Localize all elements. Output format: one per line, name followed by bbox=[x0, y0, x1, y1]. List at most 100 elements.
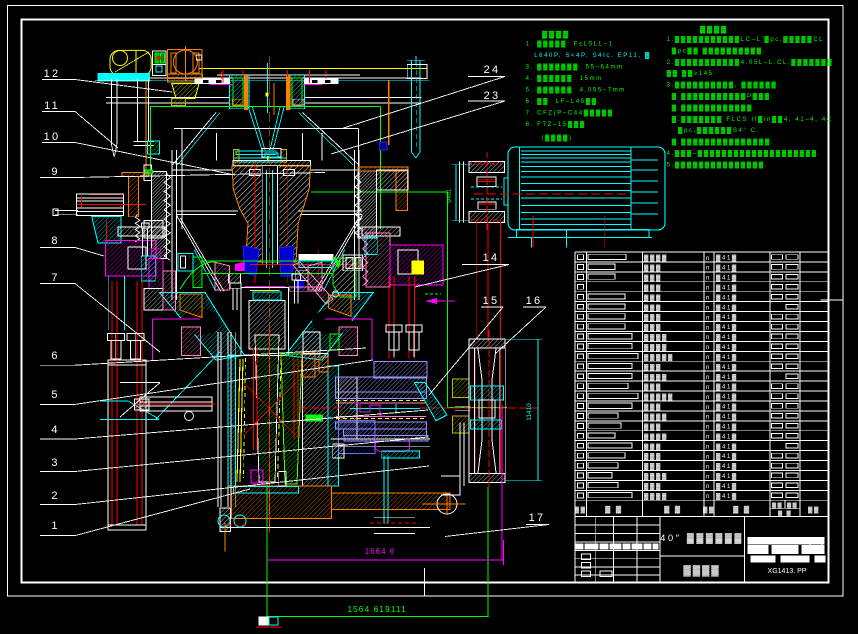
svg-text:▓.▓▓▓▓▓▓▓▓▓▓▓P▓▓▓.: ▓.▓▓▓▓▓▓▓▓▓▓▓P▓▓▓. bbox=[672, 93, 774, 100]
svg-text:▓▓▓: ▓▓▓ bbox=[644, 324, 662, 331]
svg-text:1664 6: 1664 6 bbox=[365, 547, 395, 556]
svg-text:11: 11 bbox=[44, 100, 60, 112]
svg-text:15: 15 bbox=[483, 295, 500, 307]
svg-text:▓▓▓: ▓▓▓ bbox=[644, 404, 662, 411]
svg-text:▓▓: ▓▓ bbox=[575, 506, 587, 513]
svg-text:5: 5 bbox=[51, 389, 59, 401]
svg-text:10: 10 bbox=[44, 131, 61, 143]
svg-text:▓41▓: ▓41▓ bbox=[716, 473, 738, 480]
svg-text:▓▓▓▓: ▓▓▓▓ bbox=[644, 493, 668, 500]
svg-text:5. ▓▓▓▓▓▓: 4.055–7mm: 5. ▓▓▓▓▓▓: 4.055–7mm bbox=[526, 87, 626, 94]
svg-text:▓41▓: ▓41▓ bbox=[716, 294, 738, 301]
svg-text:▓▓▓: ▓▓▓ bbox=[644, 265, 662, 272]
svg-text:▓▓▓▓: ▓▓▓▓ bbox=[644, 334, 668, 341]
svg-text:n: n bbox=[706, 335, 709, 341]
svg-text:7: 7 bbox=[51, 272, 59, 284]
svg-text:L640P, S<4P, S4Ic, EP11, ▓: L640P, S<4P, S4Ic, EP11, ▓ bbox=[534, 52, 651, 59]
svg-text:▓▓▓: ▓▓▓ bbox=[644, 453, 662, 460]
svg-text:▓▓: ▓▓ bbox=[787, 502, 798, 509]
svg-text:▓41▓: ▓41▓ bbox=[716, 324, 738, 331]
svg-text:▓41▓: ▓41▓ bbox=[716, 413, 738, 420]
svg-text:▓41▓: ▓41▓ bbox=[716, 374, 738, 381]
svg-text:16: 16 bbox=[526, 295, 543, 307]
svg-text:▓.▓▓▓▓▓▓▓▓▓▓▓▓▓▓▓.: ▓.▓▓▓▓▓▓▓▓▓▓▓▓▓▓▓. bbox=[672, 139, 774, 146]
svg-text:n: n bbox=[706, 454, 709, 460]
svg-text:n: n bbox=[706, 405, 709, 411]
svg-text:n: n bbox=[706, 474, 709, 480]
svg-text:9: 9 bbox=[51, 166, 59, 178]
svg-text:▓41▓: ▓41▓ bbox=[716, 433, 738, 440]
svg-text:40″ ▓▓▓▓▓▓: 40″ ▓▓▓▓▓▓ bbox=[660, 533, 744, 544]
svg-text:Φ401: Φ401 bbox=[447, 188, 453, 203]
svg-text:▓41▓: ▓41▓ bbox=[716, 304, 738, 311]
svg-text:2.▓▓▓▓▓▓▓▓▓▓▓4.05L–L.CL.▓▓▓▓▓▓: 2.▓▓▓▓▓▓▓▓▓▓▓4.05L–L.CL.▓▓▓▓▓▓▓ bbox=[667, 59, 834, 66]
svg-text:▓▓▓▓: ▓▓▓▓ bbox=[644, 433, 668, 440]
svg-text:3.▓▓▓▓▓▓▓▓▓▓, ▓▓▓▓▓▓:: 3.▓▓▓▓▓▓▓▓▓▓, ▓▓▓▓▓▓: bbox=[667, 82, 781, 89]
svg-text:n: n bbox=[706, 484, 709, 490]
svg-text:7. CFZ(P–C44▓▓▓▓▓: 7. CFZ(P–C44▓▓▓▓▓ bbox=[526, 110, 614, 117]
svg-text:▓▓▓▓: ▓▓▓▓ bbox=[542, 31, 570, 39]
svg-text:▓41▓: ▓41▓ bbox=[716, 423, 738, 430]
svg-text:▓▓▓▓: ▓▓▓▓ bbox=[644, 473, 668, 480]
svg-text:XG1413. PP: XG1413. PP bbox=[768, 568, 807, 575]
svg-text:▓.▓▓▓▓▓▓▓ FLCS If▓in▓▓4, 41–4,: ▓.▓▓▓▓▓▓▓ FLCS If▓in▓▓4, 41–4, 4C bbox=[672, 116, 833, 123]
svg-text:▓41▓: ▓41▓ bbox=[716, 334, 738, 341]
svg-text:▓▓: ▓▓ bbox=[808, 506, 820, 513]
svg-text:n: n bbox=[706, 385, 709, 391]
svg-text:▓▓▓: ▓▓▓ bbox=[644, 423, 662, 430]
svg-text:4. ▓▓▓▓▓▓: 15mm: 4. ▓▓▓▓▓▓: 15mm bbox=[526, 75, 603, 82]
svg-text:n: n bbox=[706, 256, 709, 262]
svg-text:3: 3 bbox=[51, 457, 59, 469]
svg-text:1.▓▓▓▓▓▓▓▓▓▓▓LC–L'▓pc,▓▓▓▓▓CL: 1.▓▓▓▓▓▓▓▓▓▓▓LC–L'▓pc,▓▓▓▓▓CL bbox=[667, 36, 825, 43]
svg-text:▓▓▓: ▓▓▓ bbox=[644, 364, 662, 371]
svg-text:▓▓: ▓▓ bbox=[703, 506, 715, 513]
svg-text:▓41▓: ▓41▓ bbox=[716, 274, 738, 281]
svg-text:▓▓▓: ▓▓▓ bbox=[644, 274, 662, 281]
svg-text:17: 17 bbox=[529, 512, 546, 524]
svg-text:▓▓▓▓: ▓▓▓▓ bbox=[644, 344, 668, 351]
svg-text:▓▓▓: ▓▓▓ bbox=[644, 294, 662, 301]
svg-text:4.▓▓▓–▓▓▓▓▓▓▓▓▓▓▓▓▓▓▓▓▓▓▓▓.: 4.▓▓▓–▓▓▓▓▓▓▓▓▓▓▓▓▓▓▓▓▓▓▓▓. bbox=[667, 150, 821, 157]
svg-text:n: n bbox=[706, 425, 709, 431]
svg-text:▓ ▓: ▓ ▓ bbox=[605, 505, 623, 513]
svg-text:▓ ▓: ▓ ▓ bbox=[778, 510, 792, 517]
svg-text:1564 619111: 1564 619111 bbox=[347, 604, 406, 614]
svg-text:▓▓▓: ▓▓▓ bbox=[644, 304, 662, 311]
svg-text:▓▓▓▓: ▓▓▓▓ bbox=[683, 565, 720, 577]
svg-text:n: n bbox=[706, 444, 709, 450]
svg-text:▓41▓: ▓41▓ bbox=[716, 394, 738, 401]
svg-text:▓pc,▓▓▓▓▓▓S4° C.: ▓pc,▓▓▓▓▓▓S4° C. bbox=[678, 127, 760, 134]
svg-text:▓▓: ▓▓ bbox=[772, 502, 783, 509]
svg-text:23: 23 bbox=[484, 90, 501, 102]
svg-text:▓▓ ▓▓≥145.: ▓▓ ▓▓≥145. bbox=[667, 70, 717, 77]
svg-text:5.▓▓▓▓▓▓▓▓▓▓▓▓▓▓▓.: 5.▓▓▓▓▓▓▓▓▓▓▓▓▓▓▓. bbox=[667, 161, 768, 168]
svg-text:▓pc▓▓ ▓▓▓▓▓▓▓▓▓▓.: ▓pc▓▓ ▓▓▓▓▓▓▓▓▓▓. bbox=[672, 47, 766, 54]
svg-text:▓41▓: ▓41▓ bbox=[716, 354, 738, 361]
svg-text:1. ▓▓▓▓▓: F≤L5LL–1: 1. ▓▓▓▓▓: F≤L5LL–1 bbox=[526, 41, 614, 48]
svg-text:n: n bbox=[706, 276, 709, 282]
svg-text:▓▓▓: ▓▓▓ bbox=[644, 314, 662, 321]
svg-text:▓ ▓: ▓ ▓ bbox=[664, 505, 682, 513]
svg-text:24: 24 bbox=[484, 64, 501, 76]
svg-text:▓41▓: ▓41▓ bbox=[716, 384, 738, 391]
svg-text:1: 1 bbox=[51, 520, 59, 532]
svg-text:8: 8 bbox=[51, 235, 59, 247]
svg-text:12: 12 bbox=[44, 68, 61, 80]
svg-text:6. ▓▓: LF–L45▓▓.: 6. ▓▓: LF–L45▓▓. bbox=[526, 98, 601, 105]
svg-text:▓▓▓▓: ▓▓▓▓ bbox=[644, 374, 668, 381]
svg-text:n: n bbox=[706, 325, 709, 331]
svg-text:▓41▓: ▓41▓ bbox=[716, 493, 738, 500]
svg-text:▓41▓: ▓41▓ bbox=[716, 483, 738, 490]
svg-text:▓41▓: ▓41▓ bbox=[716, 443, 738, 450]
svg-text:n: n bbox=[706, 286, 709, 292]
svg-text:n: n bbox=[706, 395, 709, 401]
svg-text:▓41▓: ▓41▓ bbox=[716, 364, 738, 371]
svg-text:▓▓▓▓▓: ▓▓▓▓▓ bbox=[644, 394, 674, 401]
svg-text:▓41▓: ▓41▓ bbox=[716, 344, 738, 351]
svg-text:(▓▓▓▓): (▓▓▓▓) bbox=[541, 135, 572, 142]
svg-text:▓41▓: ▓41▓ bbox=[716, 453, 738, 460]
svg-text:▓▓▓: ▓▓▓ bbox=[644, 463, 662, 470]
svg-text:▓▓▓: ▓▓▓ bbox=[644, 384, 662, 391]
svg-text:n: n bbox=[706, 494, 709, 500]
svg-text:▓▓▓: ▓▓▓ bbox=[644, 483, 662, 490]
